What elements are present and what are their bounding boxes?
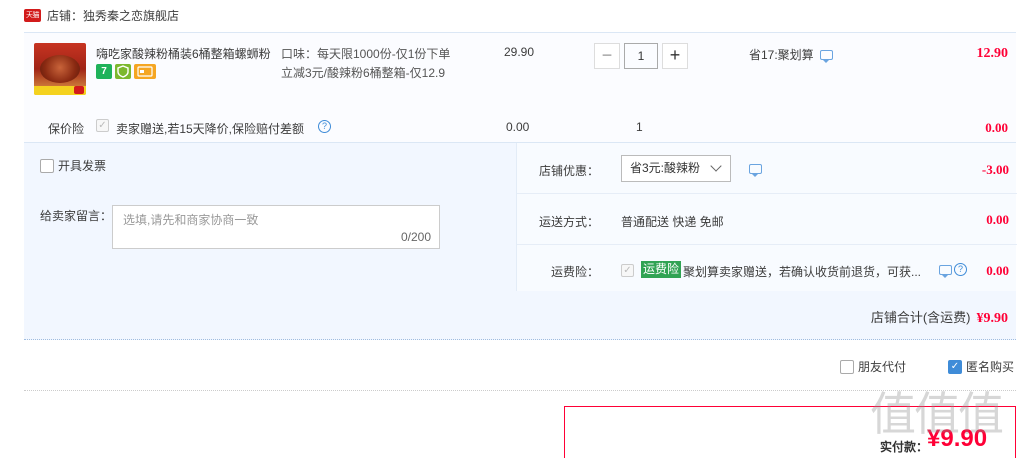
shipping-amount: 0.00 — [986, 212, 1009, 227]
product-spec: 口味：每天限1000份-仅1份下单 立减3元/酸辣粉6桶整箱-仅12.9 — [281, 45, 481, 83]
chat-bubble-icon[interactable] — [939, 264, 952, 278]
freight-insurance-badge: 运费险 — [641, 261, 682, 278]
chat-bubble-icon[interactable] — [819, 49, 833, 63]
price-protection-price: 0.00 — [506, 120, 530, 134]
divider — [24, 390, 1016, 391]
item-promotion: 省17:聚划算 — [749, 46, 833, 63]
order-extras-panel: 开具发票 给卖家留言： 选填,请先和商家协商一致 0/200 店铺优惠： 省3元… — [24, 142, 1017, 340]
seller-message-input[interactable]: 选填,请先和商家协商一致 0/200 — [112, 205, 440, 249]
price-protection-checkbox: ✓ — [96, 119, 109, 132]
anonymous-purchase-option[interactable]: ✓ 匿名购买 — [947, 358, 1014, 375]
decrease-quantity-button[interactable]: − — [594, 43, 620, 69]
subtotal-label: 店铺合计(含运费) — [870, 310, 971, 325]
buyer-options: 开具发票 给卖家留言： 选填,请先和商家协商一致 0/200 — [24, 143, 516, 291]
shop-discount-label: 店铺优惠： — [538, 164, 599, 178]
invoice-checkbox[interactable] — [40, 158, 54, 173]
shipping-label: 运送方式： — [538, 215, 599, 229]
item-total-price: 12.90 — [976, 46, 1009, 61]
promotion-text: 省17:聚划算 — [749, 48, 814, 62]
unit-price: 29.90 — [504, 45, 535, 59]
price-protection-row: 保价险 ✓ 卖家赠送,若15天降价,保险赔付差额 ? 0.00 1 0.00 — [24, 115, 1016, 141]
anonymous-purchase-checkbox[interactable]: ✓ — [947, 359, 962, 374]
shop-header: 天猫 店铺：独秀秦之恋旗舰店 — [24, 0, 179, 30]
shop-name-link[interactable]: 店铺：独秀秦之恋旗舰店 — [47, 7, 179, 24]
credit-card-icon[interactable] — [134, 64, 156, 79]
subtotal-amount: ¥9.90 — [976, 311, 1009, 326]
seven-day-return-icon[interactable]: 7 — [96, 64, 112, 79]
watermark-logo: 值值值 — [870, 387, 1004, 441]
freight-insurance-text: 聚划算卖家赠送，若确认收货前退货，可获... — [683, 265, 922, 279]
anonymous-purchase-label: 匿名购买 — [965, 360, 1014, 374]
freight-insurance-label: 运费险： — [550, 265, 599, 279]
quantity-input[interactable]: 1 — [624, 43, 658, 69]
order-item-row: 嗨吃家酸辣粉桶装6桶整箱螺蛳粉 7 口味：每天限1000份-仅1份下单 立减3元… — [24, 32, 1016, 142]
price-protection-label: 保价险 — [48, 122, 85, 136]
payment-options: 朋友代付 ✓ 匿名购买 — [839, 358, 1014, 375]
friend-pay-option[interactable]: 朋友代付 — [839, 358, 906, 375]
service-badges: 7 — [96, 64, 156, 79]
freight-insurance-amount: 0.00 — [986, 263, 1009, 278]
quantity-stepper: − 1 + — [594, 43, 688, 69]
freight-insurance-checkbox: ✓ — [621, 264, 634, 277]
freight-insurance-icons: ? — [939, 263, 967, 278]
shop-subtotal: 店铺合计(含运费) ¥9.90 — [871, 307, 1008, 327]
shop-fee-details: 店铺优惠： 省3元:酸辣粉 -3.00 运送方式： 0.00 普通配送 快递 免… — [516, 143, 1017, 291]
increase-quantity-button[interactable]: + — [662, 43, 688, 69]
shield-icon[interactable] — [115, 64, 131, 79]
friend-pay-checkbox[interactable] — [839, 359, 854, 374]
price-protection-total: 0.00 — [985, 120, 1008, 135]
shop-discount-select[interactable]: 省3元:酸辣粉 — [621, 155, 732, 182]
chevron-down-icon — [710, 160, 722, 172]
price-protection-text: 卖家赠送,若15天降价,保险赔付差额 — [116, 122, 305, 136]
thumbnail-price-tag — [74, 86, 84, 94]
friend-pay-label: 朋友代付 — [857, 360, 906, 374]
invoice-option[interactable]: 开具发票 — [40, 157, 106, 174]
message-char-count: 0/200 — [400, 230, 431, 244]
shipping-method: 普通配送 快递 免邮 — [621, 215, 724, 229]
chat-bubble-icon[interactable] — [749, 164, 762, 177]
product-thumbnail[interactable] — [34, 43, 86, 95]
invoice-label: 开具发票 — [58, 159, 107, 173]
question-help-icon[interactable]: ? — [954, 263, 967, 276]
price-protection-qty: 1 — [636, 120, 643, 134]
shipping-row: 运送方式： 0.00 — [517, 194, 1017, 245]
seller-message-label: 给卖家留言： — [40, 209, 113, 223]
shop-discount-selected: 省3元:酸辣粉 — [630, 161, 701, 175]
message-placeholder: 选填,请先和商家协商一致 — [123, 213, 259, 227]
question-help-icon[interactable]: ? — [318, 120, 331, 133]
noodle-bowl-image — [40, 55, 80, 83]
shop-discount-row: 店铺优惠： 省3元:酸辣粉 -3.00 — [517, 143, 1017, 194]
spec-line: 口味：每天限1000份-仅1份下单 — [281, 47, 451, 61]
product-title-link[interactable]: 嗨吃家酸辣粉桶装6桶整箱螺蛳粉 — [96, 45, 274, 62]
spec-line: 立减3元/酸辣粉6桶整箱-仅12.9 — [281, 66, 446, 80]
tmall-icon: 天猫 — [24, 8, 41, 22]
shop-discount-amount: -3.00 — [981, 162, 1009, 177]
